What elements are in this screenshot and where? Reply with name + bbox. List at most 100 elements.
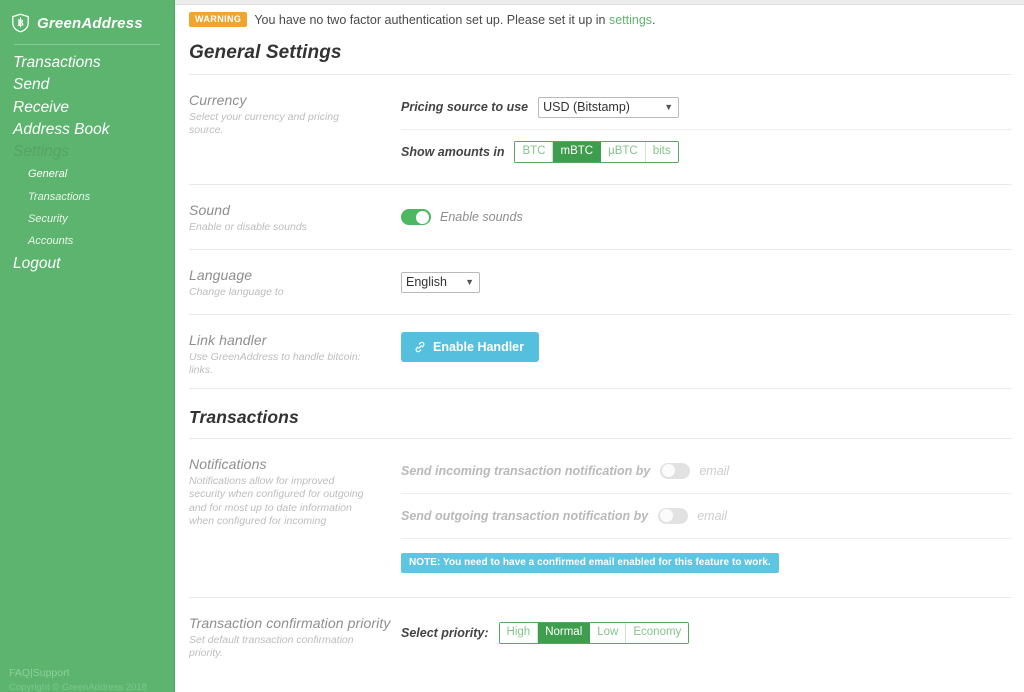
sound-controls: Enable sounds	[401, 185, 1024, 239]
priority-button-economy[interactable]: Economy	[626, 622, 689, 643]
priority-description: Set default transaction confirmation pri…	[189, 633, 354, 660]
pricing-source-select[interactable]: USD (Bitstamp)	[538, 96, 680, 118]
unit-button-mbtc[interactable]: mBTC	[553, 142, 602, 162]
priority-controls: Select priority: High Normal Low Economy	[401, 598, 1024, 652]
notifications-description: Notifications allow for improved securit…	[189, 474, 364, 528]
select-priority-row: Select priority: High Normal Low Economy	[401, 608, 1012, 652]
warning-text-before: You have no two factor authentication se…	[254, 12, 609, 27]
show-amounts-label: Show amounts in	[401, 145, 505, 159]
sidebar-item-send[interactable]: Send	[0, 74, 174, 96]
sidebar: B GreenAddress Transactions Send Receive…	[0, 0, 175, 692]
page-title: General Settings	[189, 42, 342, 63]
sidebar-item-receive[interactable]: Receive	[0, 97, 174, 119]
section-notifications: Notifications Notifications allow for im…	[175, 439, 1024, 587]
top-strip	[175, 0, 1024, 5]
priority-label: Transaction confirmation priority	[189, 614, 391, 631]
warning-message: You have no two factor authentication se…	[254, 13, 655, 27]
unit-button-bits[interactable]: bits	[645, 142, 678, 162]
brand-name: GreenAddress	[37, 14, 143, 32]
app-root: B GreenAddress Transactions Send Receive…	[0, 0, 1024, 692]
section-language: Language Change language to English ▼	[175, 250, 1024, 304]
sidebar-subitem-accounts[interactable]: Accounts	[0, 230, 174, 252]
unit-button-group: BTC mBTC µBTC bits	[514, 141, 679, 163]
enable-sounds-row: Enable sounds	[401, 195, 1012, 239]
sound-label-block: Sound Enable or disable sounds	[189, 185, 401, 234]
enable-sounds-toggle[interactable]	[401, 209, 431, 225]
sidebar-item-logout[interactable]: Logout	[0, 253, 174, 275]
pricing-source-select-wrap: USD (Bitstamp) ▼	[538, 96, 680, 118]
language-select[interactable]: English	[401, 271, 480, 293]
language-select-wrap: English ▼	[401, 271, 480, 293]
toggle-knob	[661, 464, 675, 478]
outgoing-notification-row: Send outgoing transaction notification b…	[401, 494, 1012, 538]
section-priority: Transaction confirmation priority Set de…	[175, 598, 1024, 661]
transactions-section-title: Transactions	[189, 406, 299, 427]
warning-text-after: .	[652, 12, 656, 27]
section-link-handler: Link handler Use GreenAddress to handle …	[175, 315, 1024, 378]
incoming-notification-toggle[interactable]	[660, 462, 691, 479]
language-controls: English ▼	[401, 250, 1024, 304]
unit-button-btc[interactable]: BTC	[515, 142, 554, 162]
email-note-banner: NOTE: You need to have a confirmed email…	[401, 552, 779, 573]
link-handler-controls: Enable Handler	[401, 315, 1024, 369]
unit-button-ubtc[interactable]: µBTC	[601, 142, 646, 162]
settings-link[interactable]: settings	[609, 13, 652, 27]
outgoing-notification-toggle[interactable]	[658, 507, 689, 524]
sidebar-footer: FAQ|Support Copyright © GreenAddress 201…	[0, 666, 175, 692]
currency-label-block: Currency Select your currency and pricin…	[189, 75, 401, 138]
sidebar-item-address-book[interactable]: Address Book	[0, 119, 174, 141]
currency-description: Select your currency and pricing source.	[189, 111, 339, 137]
notifications-label-block: Notifications Notifications allow for im…	[189, 439, 401, 529]
enable-sounds-label: Enable sounds	[440, 210, 523, 224]
sidebar-item-settings[interactable]: Settings	[0, 141, 174, 163]
shield-bitcoin-icon: B	[11, 13, 30, 33]
main-content: WARNING You have no two factor authentic…	[175, 0, 1024, 692]
pricing-source-label: Pricing source to use	[401, 100, 529, 114]
currency-controls: Pricing source to use USD (Bitstamp) ▼ S…	[401, 75, 1024, 174]
priority-button-group: High Normal Low Economy	[498, 621, 690, 644]
brand-logo[interactable]: B GreenAddress	[0, 0, 174, 33]
sidebar-subitem-general[interactable]: General	[0, 163, 174, 185]
priority-button-low[interactable]: Low	[590, 622, 627, 643]
link-handler-label-block: Link handler Use GreenAddress to handle …	[189, 315, 401, 378]
language-row: English ▼	[401, 260, 1012, 304]
sidebar-subitem-security[interactable]: Security	[0, 208, 174, 230]
copyright-text: Copyright © GreenAddress 2018	[9, 682, 147, 692]
priority-label-block: Transaction confirmation priority Set de…	[189, 598, 401, 661]
status-badge: WARNING	[189, 12, 248, 27]
toggle-knob	[659, 509, 673, 523]
incoming-notification-label: Send incoming transaction notification b…	[401, 463, 651, 478]
language-label: Language	[189, 267, 253, 283]
enable-handler-button[interactable]: Enable Handler	[401, 331, 539, 363]
sound-description: Enable or disable sounds	[189, 221, 307, 233]
link-handler-label: Link handler	[189, 332, 267, 348]
sound-label: Sound	[189, 202, 230, 218]
sidebar-nav: Transactions Send Receive Address Book S…	[0, 45, 174, 276]
priority-button-normal[interactable]: Normal	[538, 622, 591, 643]
priority-button-high[interactable]: High	[499, 622, 539, 643]
show-amounts-row: Show amounts in BTC mBTC µBTC bits	[401, 130, 1012, 174]
language-description: Change language to	[189, 286, 284, 298]
section-sound: Sound Enable or disable sounds Enable so…	[175, 185, 1024, 239]
faq-link[interactable]: FAQ	[9, 667, 30, 679]
language-label-block: Language Change language to	[189, 250, 401, 299]
sidebar-item-transactions[interactable]: Transactions	[0, 52, 174, 74]
incoming-notification-row: Send incoming transaction notification b…	[401, 449, 1012, 493]
enable-handler-label: Enable Handler	[433, 339, 524, 354]
sidebar-footer-links: FAQ|Support	[9, 666, 175, 680]
support-link[interactable]: Support	[33, 667, 70, 679]
enable-handler-row: Enable Handler	[401, 325, 1012, 369]
sidebar-subitem-transactions[interactable]: Transactions	[0, 186, 174, 208]
toggle-knob	[416, 210, 429, 224]
link-icon	[414, 341, 426, 353]
section-currency: Currency Select your currency and pricin…	[175, 75, 1024, 174]
outgoing-notification-label: Send outgoing transaction notification b…	[401, 508, 649, 523]
select-priority-label: Select priority:	[401, 625, 489, 640]
pricing-source-row: Pricing source to use USD (Bitstamp) ▼	[401, 85, 1012, 129]
notifications-controls: Send incoming transaction notification b…	[401, 439, 1024, 587]
link-handler-description: Use GreenAddress to handle bitcoin: link…	[189, 351, 361, 377]
currency-label: Currency	[189, 92, 247, 108]
notifications-label: Notifications	[189, 455, 267, 472]
incoming-notification-channel: email	[699, 463, 730, 478]
outgoing-notification-channel: email	[697, 508, 728, 523]
